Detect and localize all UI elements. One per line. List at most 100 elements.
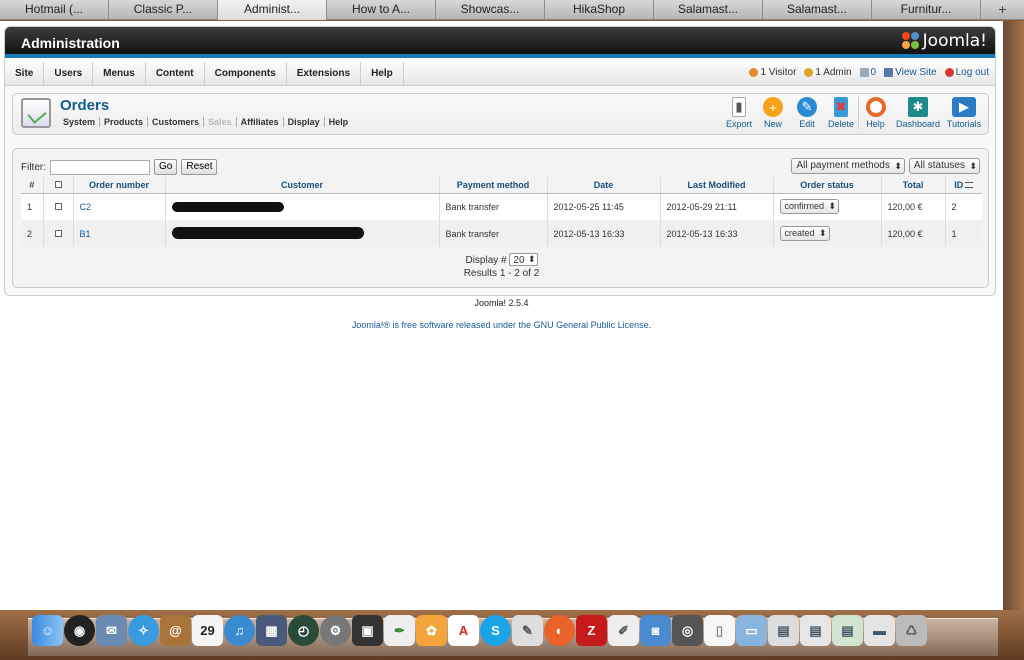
itunes-icon[interactable]: ♫ [224, 615, 255, 646]
payment-method-select[interactable]: All payment methods [791, 158, 905, 174]
sort-icon [965, 182, 974, 189]
gpl-link[interactable]: GNU General Public License [534, 320, 649, 330]
window-thumb-icon-2[interactable]: ▤ [800, 615, 831, 646]
page-toolbar: Orders System Products Customers Sales A… [12, 93, 989, 135]
folder-icon[interactable]: ▭ [736, 615, 767, 646]
row-checkbox[interactable] [54, 202, 62, 210]
screenshot-icon[interactable]: ◎ [672, 615, 703, 646]
submenu-affiliates[interactable]: Affiliates [237, 117, 284, 127]
joomla-version: Joomla! 2.5.4 [474, 298, 529, 308]
submenu-system[interactable]: System [63, 117, 101, 127]
row-checkbox[interactable] [54, 229, 62, 237]
mac-dock: ☺ ◉ ✉ ✧ @ 29 ♫ ▦ ◴ ⚙ ▣ ✒ ✿ A S ✎ ◐ Z ✐ ◙… [32, 615, 927, 646]
logout-link[interactable]: Log out [944, 62, 989, 84]
orders-listing: Filter: Go Reset All payment methods All… [12, 148, 989, 288]
col-id[interactable]: ID [944, 177, 982, 194]
export-button[interactable]: ▮ Export [722, 97, 756, 129]
menu-components[interactable]: Components [205, 62, 287, 86]
reset-button[interactable]: Reset [181, 159, 218, 175]
submenu-help[interactable]: Help [325, 117, 353, 127]
order-status-dropdown[interactable]: confirmed [779, 199, 840, 215]
submenu-products[interactable]: Products [100, 117, 149, 127]
order-number-link[interactable]: B1 [72, 220, 165, 247]
menu-menus[interactable]: Menus [93, 62, 146, 86]
new-button[interactable]: + New [756, 97, 790, 129]
messages-status[interactable]: 0 [859, 62, 876, 84]
submenu-display[interactable]: Display [284, 117, 325, 127]
payment-cell: Bank transfer [438, 220, 547, 247]
acrobat-icon[interactable]: A [448, 615, 479, 646]
check-all-checkbox[interactable] [54, 180, 62, 188]
browser-tab-salamast-2[interactable]: Salamast... [763, 0, 872, 20]
menu-users[interactable]: Users [44, 62, 94, 86]
filezilla-icon[interactable]: Z [576, 615, 607, 646]
dashboard-button[interactable]: ✱ Dashboard [892, 97, 944, 129]
view-site-link[interactable]: View Site [884, 62, 937, 84]
license-suffix: . [648, 320, 652, 330]
submenu-sales: Sales [204, 117, 237, 127]
status-bar: 1 Visitor 1 Admin 0 View Site Log out [749, 62, 989, 84]
calendar-icon[interactable]: 29 [192, 615, 223, 646]
pencil-icon: ✎ [797, 97, 817, 117]
time-machine-icon[interactable]: ◴ [288, 615, 319, 646]
filter-label: Filter: [21, 161, 46, 173]
col-total[interactable]: Total [880, 177, 945, 194]
trash-can-icon[interactable]: ♺ [896, 615, 927, 646]
browser-tab-furniture[interactable]: Furnitur... [872, 0, 981, 20]
delete-button[interactable]: ✖ Delete [824, 97, 858, 129]
new-tab-plus-icon[interactable]: + [981, 0, 1024, 19]
order-status-dropdown[interactable]: created [779, 226, 830, 241]
col-modified[interactable]: Last Modified [659, 177, 773, 194]
feather-app-icon[interactable]: ✒ [384, 615, 415, 646]
go-button[interactable]: Go [154, 159, 178, 175]
menu-help[interactable]: Help [361, 62, 404, 86]
skype-icon[interactable]: S [480, 615, 511, 646]
menu-extensions[interactable]: Extensions [287, 62, 362, 86]
pagination: Display # 20 Results 1 - 2 of 2 [13, 253, 990, 280]
text-editor-icon[interactable]: ✐ [608, 615, 639, 646]
order-number-link[interactable]: C2 [72, 193, 165, 220]
admin-frame: Administration Joomla! Site Users Menus … [4, 26, 996, 296]
submenu-customers[interactable]: Customers [148, 117, 205, 127]
browser-tab-showcase[interactable]: Showcas... [436, 0, 545, 20]
browser-tab-salamast-1[interactable]: Salamast... [654, 0, 763, 20]
finder-icon[interactable]: ☺ [32, 615, 63, 646]
browser-tab-hotmail[interactable]: Hotmail (... [0, 0, 109, 20]
col-payment[interactable]: Payment method [438, 177, 547, 194]
total-cell: 120,00 € [880, 193, 945, 220]
window-thumb-icon-1[interactable]: ▤ [768, 615, 799, 646]
spaces-icon[interactable]: ▦ [256, 615, 287, 646]
window-thumb-icon-4[interactable]: ▬ [864, 615, 895, 646]
address-book-icon[interactable]: @ [160, 615, 191, 646]
browser-tab-classic[interactable]: Classic P... [109, 0, 218, 20]
firefox-icon[interactable]: ◐ [544, 615, 575, 646]
browser-tab-administration[interactable]: Administ... [218, 0, 327, 20]
browser-tab-hikashop[interactable]: HikaShop [545, 0, 654, 20]
order-status-select[interactable]: All statuses [908, 158, 980, 174]
help-button[interactable]: Help [858, 97, 892, 129]
col-num: # [21, 177, 43, 194]
edit-button[interactable]: ✎ Edit [790, 97, 824, 129]
browser-tab-how-to[interactable]: How to A... [327, 0, 436, 20]
window-thumb-icon-3[interactable]: ▤ [832, 615, 863, 646]
photo-booth-icon[interactable]: ▣ [352, 615, 383, 646]
col-date[interactable]: Date [546, 177, 660, 194]
menu-content[interactable]: Content [146, 62, 205, 86]
preview-icon[interactable]: ✎ [512, 615, 543, 646]
tutorials-button[interactable]: ▶ Tutorials [944, 97, 984, 129]
mail-stamp-icon[interactable]: ✉ [96, 615, 127, 646]
table-header-row: # Order number Customer Payment method D… [21, 177, 982, 194]
display-count-select[interactable]: 20 [509, 253, 538, 266]
lifebuoy-icon [865, 97, 886, 117]
dashboard-widget-icon[interactable]: ◉ [64, 615, 95, 646]
menu-site[interactable]: Site [5, 62, 45, 86]
col-status[interactable]: Order status [772, 177, 881, 194]
iphoto-icon[interactable]: ◙ [640, 615, 671, 646]
document-icon[interactable]: ▯ [704, 615, 735, 646]
col-order-number[interactable]: Order number [72, 177, 165, 194]
flower-app-icon[interactable]: ✿ [416, 615, 447, 646]
filter-input[interactable] [50, 159, 150, 175]
safari-icon[interactable]: ✧ [128, 615, 159, 646]
system-preferences-icon[interactable]: ⚙ [320, 615, 351, 646]
col-customer[interactable]: Customer [164, 177, 439, 194]
